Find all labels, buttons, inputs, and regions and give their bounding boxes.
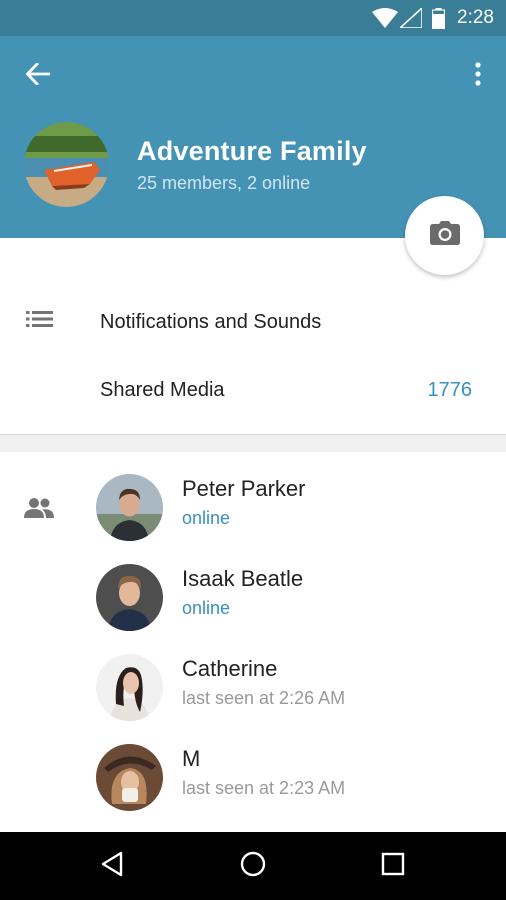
- nav-back-button[interactable]: [92, 846, 132, 886]
- member-avatar: [96, 474, 163, 541]
- signal-icon: [397, 6, 423, 33]
- member-avatar: [96, 564, 163, 631]
- shared-media-row[interactable]: Shared Media 1776: [0, 357, 506, 425]
- home-circle-icon: [240, 851, 266, 882]
- group-avatar[interactable]: [24, 122, 109, 207]
- status-bar: 2:28: [0, 0, 506, 36]
- group-title: Adventure Family: [137, 136, 367, 166]
- group-member-count: 25 members, 2 online: [137, 173, 311, 193]
- member-row[interactable]: M last seen at 2:23 AM: [0, 734, 506, 824]
- member-row[interactable]: Peter Parker online: [0, 464, 506, 554]
- member-avatar: [96, 654, 163, 721]
- camera-icon: [429, 221, 460, 250]
- battery-icon: [431, 8, 446, 34]
- member-status: online: [182, 508, 231, 528]
- more-options-button[interactable]: [466, 56, 490, 96]
- member-status: last seen at 2:23 AM: [182, 778, 346, 798]
- member-name: M: [182, 746, 201, 771]
- nav-home-button[interactable]: [233, 846, 273, 886]
- member-row[interactable]: Catherine last seen at 2:26 AM: [0, 644, 506, 734]
- change-photo-button[interactable]: [405, 196, 484, 275]
- status-time: 2:28: [457, 7, 494, 28]
- notifications-row[interactable]: Notifications and Sounds: [0, 289, 506, 357]
- member-name: Peter Parker: [182, 476, 306, 501]
- member-name: Catherine: [182, 656, 278, 681]
- list-icon: [26, 311, 53, 332]
- member-avatar: [96, 744, 163, 811]
- back-button[interactable]: [18, 56, 58, 96]
- recents-square-icon: [381, 852, 405, 881]
- notifications-label: Notifications and Sounds: [100, 311, 322, 333]
- member-status: online: [182, 598, 231, 618]
- member-row[interactable]: Isaak Beatle online: [0, 554, 506, 644]
- shared-media-label: Shared Media: [100, 379, 225, 401]
- nav-recents-button[interactable]: [373, 846, 413, 886]
- navigation-bar: [0, 832, 506, 900]
- more-vertical-icon: [475, 61, 481, 91]
- member-status: last seen at 2:26 AM: [182, 688, 346, 708]
- shared-media-count: 1776: [427, 379, 473, 401]
- member-name: Isaak Beatle: [182, 566, 304, 591]
- arrow-left-icon: [25, 61, 51, 90]
- back-triangle-icon: [100, 851, 124, 882]
- section-divider: [0, 434, 506, 452]
- wifi-icon: [372, 8, 398, 33]
